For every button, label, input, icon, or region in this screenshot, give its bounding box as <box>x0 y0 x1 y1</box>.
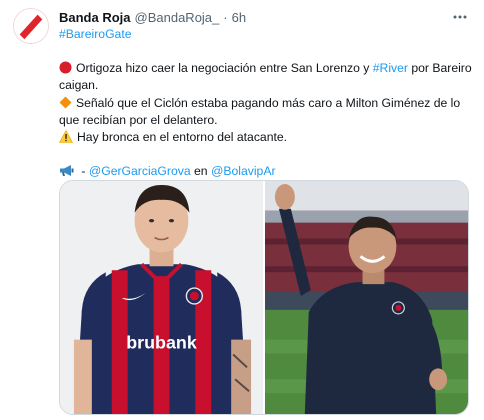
orange-diamond-icon <box>59 96 72 109</box>
author-name[interactable]: Banda Roja <box>59 10 131 25</box>
warning-icon <box>59 130 73 143</box>
hashtag-link[interactable]: #BareiroGate <box>59 27 132 41</box>
line3-text: Señaló que el Ciclón estaba pagando más … <box>76 95 461 110</box>
sponsor-logo: brubank <box>126 333 197 353</box>
line4-text: que recibían por el delantero. <box>59 112 218 127</box>
more-horizontal-icon <box>453 15 467 19</box>
more-options-button[interactable] <box>452 9 468 25</box>
credit-en: en <box>190 164 211 179</box>
tweet-header: Banda Roja @BandaRoja_ · 6h <box>59 8 246 26</box>
banda-roja-logo-icon <box>14 9 48 43</box>
media-photo-right[interactable] <box>265 181 468 414</box>
timestamp[interactable]: 6h <box>232 10 246 25</box>
author-handle[interactable]: @BandaRoja_ <box>135 10 220 25</box>
coach-photo-right <box>265 181 468 414</box>
mention-bolavipar[interactable]: @BolavipAr <box>211 164 276 178</box>
mention-gergarciagrova[interactable]: @GerGarciaGrova <box>89 164 191 178</box>
separator: · <box>223 9 228 25</box>
avatar[interactable] <box>13 8 49 44</box>
tweet-media[interactable]: brubank <box>59 180 469 415</box>
line5-text: Hay bronca en el entorno del atacante. <box>77 130 288 145</box>
red-circle-icon <box>59 61 72 74</box>
megaphone-icon <box>60 165 74 177</box>
line2-text: caigan. <box>59 78 99 93</box>
line1-rest: por Bareiro <box>407 61 472 76</box>
tweet-text: #BareiroGate Ortigoza hizo caer la negoc… <box>59 26 472 180</box>
river-hashtag-link[interactable]: #River <box>373 61 408 75</box>
credit-dash: - <box>78 164 89 179</box>
tweet-card[interactable]: Banda Roja @BandaRoja_ · 6h #BareiroGate… <box>0 0 484 420</box>
player-photo-left: brubank <box>60 181 263 414</box>
media-photo-left[interactable]: brubank <box>60 181 263 414</box>
line1-text: Ortigoza hizo caer la negociación entre … <box>76 61 373 76</box>
